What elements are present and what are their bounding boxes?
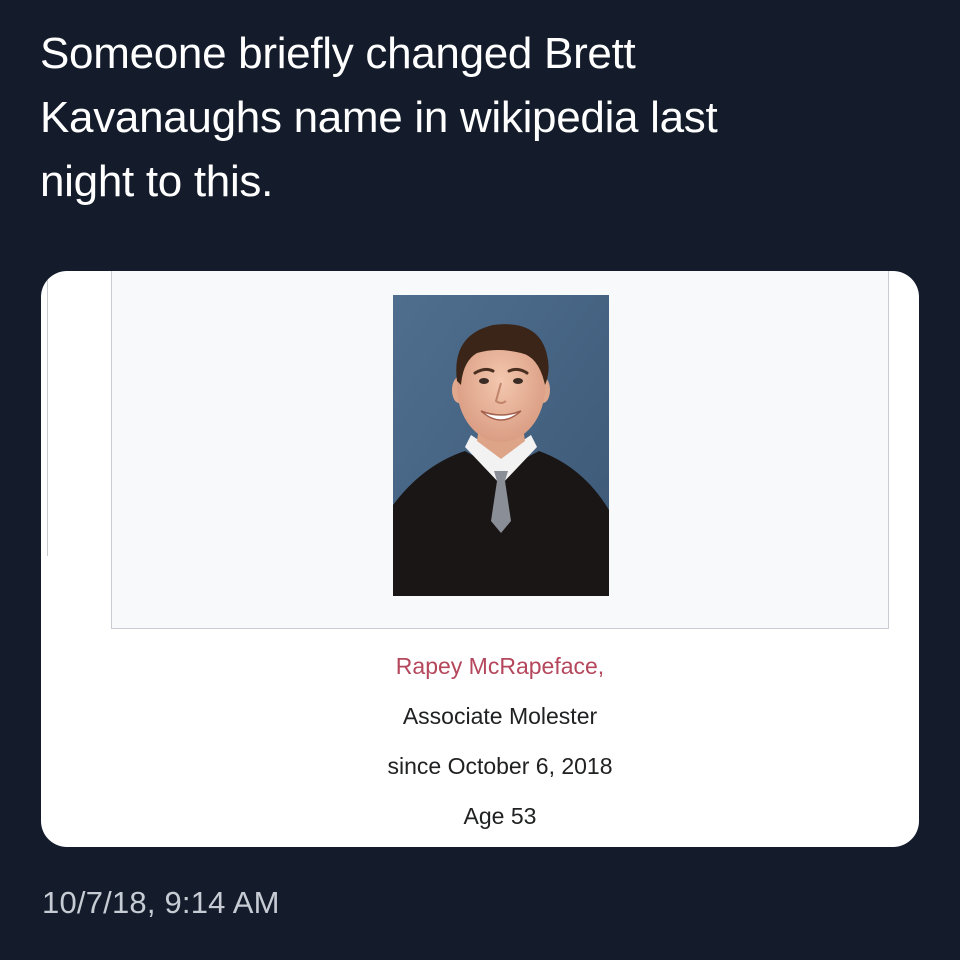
infobox-since: since October 6, 2018 (387, 753, 613, 779)
infobox-name-link[interactable]: Rapey McRapeface, (111, 641, 889, 691)
tweet-text-line-3: night to this. (40, 157, 274, 206)
infobox-left-border (47, 271, 48, 556)
tweet-text: Someone briefly changed Brett Kavanaughs … (40, 22, 920, 214)
infobox-age: Age 53 (463, 803, 537, 829)
screenshot-card[interactable]: Rapey McRapeface, Associate Molester sin… (41, 271, 919, 847)
infobox-title: Associate Molester (402, 703, 598, 729)
tweet-timestamp[interactable]: 10/7/18, 9:14 AM (42, 885, 280, 921)
tweet-text-line-2: Kavanaughs name in wikipedia last (40, 93, 718, 142)
infobox-caption: Rapey McRapeface, Associate Molester sin… (111, 641, 889, 841)
portrait-image[interactable] (393, 295, 609, 596)
tweet-text-line-1: Someone briefly changed Brett (40, 29, 636, 78)
